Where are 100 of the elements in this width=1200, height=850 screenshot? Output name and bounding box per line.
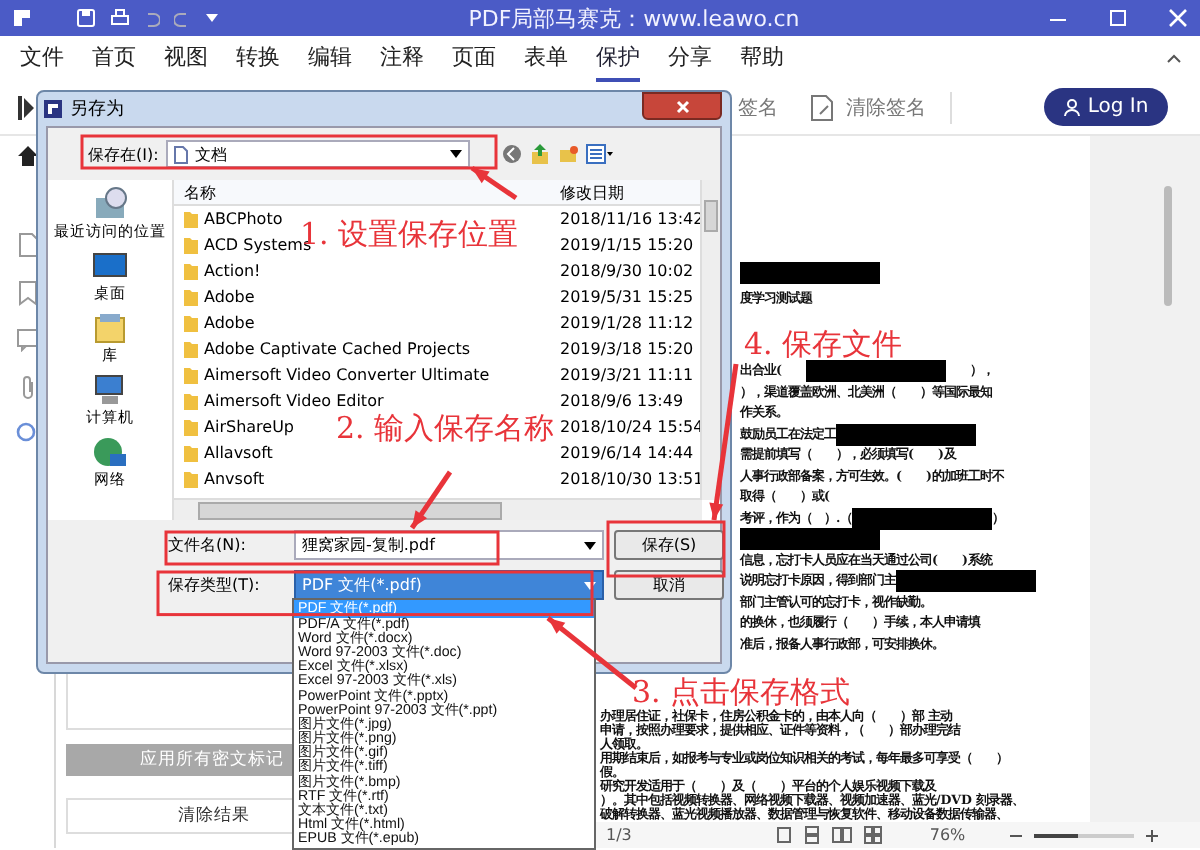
vertical-scrollbar[interactable] [700,180,720,500]
new-folder-icon[interactable] [558,144,579,164]
annotation-text: 2. 输入保存名称 [336,410,555,448]
menu-tab[interactable]: 文件 [20,34,64,82]
scrollbar-thumb[interactable] [1164,186,1172,306]
menu-tab[interactable]: 分享 [668,34,712,82]
view-menu-icon[interactable] [586,144,615,164]
column-header[interactable]: 名称 [174,181,554,203]
zoom-in-icon[interactable] [1145,829,1158,842]
modified-date: 2019/6/14 14:44 [558,444,694,462]
annotation-arrow [470,165,518,201]
annotation-arrow [409,470,453,530]
redaction-bar [740,261,880,283]
computer-icon[interactable] [92,372,128,406]
modified-date: 2019/1/15 15:20 [558,236,694,254]
modified-date: 2018/10/30 13:51 [558,470,704,488]
menu-tab[interactable]: 首页 [92,34,136,82]
dropdown-caret-icon[interactable] [204,10,220,26]
save-icon[interactable] [76,8,96,28]
redaction-bar [896,570,1036,593]
menu-tab[interactable]: 编辑 [308,34,352,82]
close-icon [675,99,689,113]
maximize-icon[interactable] [1108,8,1128,28]
desktop-icon[interactable] [92,248,128,282]
file-name[interactable]: Action! [204,262,261,280]
save-button[interactable]: 保存(S) [614,530,724,560]
paperclip-icon[interactable] [17,374,37,400]
single-page-icon[interactable] [775,826,792,845]
grid-view-icon[interactable] [863,826,882,845]
page-number: 1/3 [606,826,632,845]
redaction-bar [740,528,880,551]
dialog-app-icon [44,100,62,118]
zoom-slider[interactable] [1033,833,1134,838]
print-icon[interactable] [110,8,130,28]
modified-date: 2019/3/18 15:20 [558,340,694,358]
undo-icon[interactable] [144,8,160,28]
window-title: PDF局部马赛克：www.leawo.cn [466,3,802,33]
file-name[interactable]: Aimersoft Video Editor [204,392,384,410]
field-label: 文件名(N): [168,534,248,556]
two-page-icon[interactable] [831,826,852,845]
pointer-tool-icon[interactable] [16,93,36,121]
back-icon[interactable] [502,144,523,164]
file-name-field[interactable]: 狸窝家园-复制.pdf [294,530,604,560]
modified-date: 2018/9/6 13:49 [558,392,684,410]
redo-icon[interactable] [174,8,190,28]
field-label: 保存在(I): [88,143,159,165]
file-name[interactable]: ABCPhoto [204,210,283,228]
menu-tab[interactable]: 页面 [452,34,496,82]
modified-date: 2018/9/30 10:02 [558,262,694,280]
zoom-out-icon[interactable] [1009,829,1022,842]
file-name[interactable]: Adobe Captivate Cached Projects [204,340,471,358]
menu-tab[interactable]: 注释 [380,34,424,82]
zoom-level: 76% [929,826,966,845]
redaction-bar [805,360,946,383]
menu-tab[interactable]: 帮助 [740,34,784,82]
menu-tab[interactable]: 转换 [236,34,280,82]
column-header[interactable]: 修改日期 [554,181,624,203]
menu-tab[interactable]: 视图 [164,34,208,82]
toolbar-item[interactable]: 清除签名 [846,93,926,121]
home-icon[interactable] [15,144,39,168]
file-name[interactable]: Adobe [204,314,255,332]
modified-date: 2019/1/28 11:12 [558,314,694,332]
close-button[interactable] [642,92,722,120]
cancel-button[interactable]: 取消 [614,570,724,600]
annotation-arrow [546,616,638,690]
user-icon [1063,98,1080,116]
search-icon[interactable] [15,422,39,446]
continuous-page-icon[interactable] [803,826,820,845]
modified-date: 2019/5/31 15:25 [558,288,694,306]
field-label: 保存类型(T): [168,574,262,596]
document-pen-icon[interactable] [810,93,834,121]
close-icon[interactable] [1168,8,1188,28]
toolbar-item[interactable]: 签名 [738,93,778,121]
file-name[interactable]: Anvsoft [204,470,265,488]
redaction-bar [852,507,993,530]
menu-tab[interactable]: 表单 [524,34,568,82]
clock-folder-icon[interactable] [92,186,128,220]
library-icon[interactable] [92,310,128,344]
file-name[interactable]: Allavsoft [204,444,273,462]
highlight-box [606,520,726,578]
document-icon [174,145,189,163]
location-dropdown[interactable]: 文档 [166,140,471,168]
caret-icon [450,150,463,158]
comment-icon[interactable] [15,328,39,352]
annotation-text: 3. 点击保存格式 [632,674,851,710]
network-globe-icon[interactable] [92,434,128,468]
dialog-title: 另存为 [70,97,124,122]
horizontal-scrollbar[interactable] [174,498,702,520]
login-button[interactable]: Log In [1044,88,1168,126]
file-name[interactable]: AirShareUp [204,418,295,436]
file-name[interactable]: Aimersoft Video Converter Ultimate [204,366,490,384]
modified-date: 2019/3/21 11:11 [558,366,694,384]
bookmark-icon[interactable] [17,280,37,306]
up-folder-icon[interactable] [530,144,551,164]
caret-icon [584,581,596,589]
caret-icon [584,541,596,549]
app-logo-icon [12,8,32,28]
annotation-text: 4. 保存文件 [744,326,903,363]
redaction-bar [836,423,976,446]
file-name[interactable]: Adobe [204,288,255,306]
